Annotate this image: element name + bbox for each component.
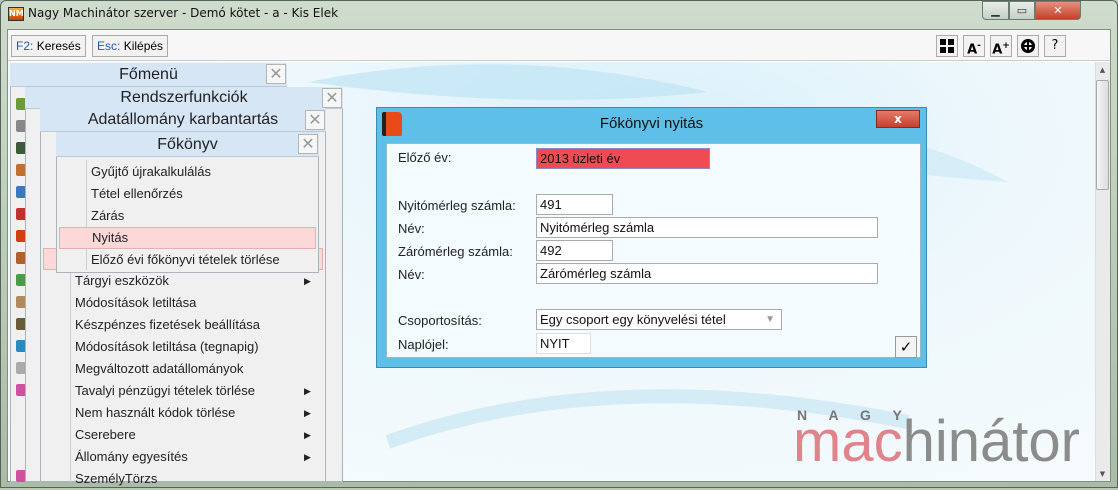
ledger-menu-title: Főkönyv — [56, 132, 319, 157]
exit-label: Kilépés — [123, 39, 164, 53]
menu-item-label: Tavalyi pénzügyi tételek törlése — [75, 383, 255, 398]
menu-item[interactable]: SzemélyTörzs — [75, 468, 315, 490]
close-name-label: Név: — [398, 267, 425, 282]
window-close-button[interactable]: ✕ — [1035, 1, 1081, 20]
menu-item-label: Módosítások letiltása — [75, 295, 197, 310]
journal-label: Naplójel: — [398, 337, 449, 352]
menu-item[interactable]: Készpénzes fizetések beállítása — [75, 314, 315, 336]
menu-item[interactable]: Nem használt kódok törlése ▶ — [75, 402, 315, 424]
menu-separator — [70, 270, 71, 482]
menu-item[interactable]: Cserebere ▶ — [75, 424, 315, 446]
logo-right: hinátor — [902, 409, 1080, 474]
menu-item-label: Előző évi főkönyvi tételek törlése — [91, 252, 280, 267]
prev-year-field[interactable]: 2013 üzleti év — [536, 148, 710, 169]
menu-item[interactable]: Módosítások letiltása — [75, 292, 315, 314]
grouping-select[interactable]: Egy csoport egy könyvelési tétel ▼ — [536, 309, 782, 330]
search-button[interactable]: F2: Keresés — [11, 35, 86, 57]
open-account-label: Nyitómérleg számla: — [398, 198, 516, 213]
menu-item-selected[interactable]: Nyitás — [59, 227, 316, 249]
menu-item[interactable]: Módosítások letiltása (tegnapig) — [75, 336, 315, 358]
lifebuoy-icon[interactable] — [1017, 35, 1039, 57]
open-name-field[interactable]: Nyitómérleg számla — [536, 217, 878, 238]
data-menu-close-icon[interactable]: ✕ — [305, 110, 325, 130]
open-name-label: Név: — [398, 221, 425, 236]
grouping-label: Csoportosítás: — [398, 313, 482, 328]
open-account-field[interactable]: 491 — [536, 194, 613, 215]
system-menu-title: Rendszerfunkciók — [25, 87, 343, 109]
menu-item-label: Zárás — [91, 208, 125, 223]
exit-shortcut: Esc: — [97, 39, 121, 53]
font-decrease-icon[interactable]: A- — [963, 35, 985, 57]
font-increase-icon[interactable]: A+ — [990, 35, 1012, 57]
submenu-arrow-icon: ▶ — [304, 452, 311, 462]
journal-field[interactable]: NYIT — [536, 333, 591, 354]
menu-item[interactable]: Megváltozott adatállományok — [75, 358, 315, 380]
submenu-arrow-icon: ▶ — [304, 430, 311, 440]
menu-item-label: Megváltozott adatállományok — [75, 361, 244, 376]
menu-item[interactable]: Állomány egyesítés ▶ — [75, 446, 315, 468]
menu-item-label: Nyitás — [92, 230, 129, 245]
main-menu-close-icon[interactable]: ✕ — [266, 64, 286, 84]
menu-item-label: Gyűjtő újrakalkulálás — [91, 164, 211, 179]
menu-item-label: Állomány egyesítés — [75, 449, 188, 464]
menu-item-label: Tárgyi eszközök — [75, 273, 169, 288]
menu-item[interactable]: Előző évi főkönyvi tételek törlése — [59, 249, 316, 271]
ledger-menu-list: Gyűjtő újrakalkulálás Tétel ellenőrzés Zár… — [59, 161, 316, 271]
grouping-value: Egy csoport egy könyvelési tétel — [540, 312, 726, 327]
ok-button[interactable]: ✓ — [895, 336, 917, 358]
submenu-arrow-icon: ▶ — [304, 408, 311, 418]
search-shortcut: F2: — [16, 39, 34, 53]
search-label: Keresés — [36, 39, 81, 53]
scroll-up-icon[interactable]: ▲ — [1095, 66, 1110, 74]
menu-item[interactable]: Tárgyi eszközök ▶ — [75, 270, 315, 292]
menu-item[interactable]: Gyűjtő újrakalkulálás — [59, 161, 316, 183]
menu-item[interactable]: Zárás — [59, 205, 316, 227]
data-menu-title: Adatállomány karbantartás — [40, 108, 326, 132]
system-menu-close-icon[interactable]: ✕ — [322, 88, 342, 108]
submenu-arrow-icon: ▶ — [304, 276, 311, 286]
close-account-field[interactable]: 492 — [536, 240, 613, 261]
logo-left: mac — [793, 409, 903, 474]
dialog-title: Főkönyvi nyitás — [599, 115, 704, 132]
menu-item-label: SzemélyTörzs — [75, 471, 158, 486]
window-title: Nagy Machinátor szerver - Demó kötet - a… — [28, 6, 339, 20]
layout-grid-icon[interactable] — [936, 35, 958, 57]
close-account-label: Zárómérleg számla: — [398, 244, 513, 259]
minimize-button[interactable]: ▁ — [982, 1, 1009, 20]
dialog-close-button[interactable]: x — [876, 110, 920, 128]
menu-item-label: Készpénzes fizetések beállítása — [75, 317, 260, 332]
prev-year-label: Előző év: — [398, 150, 452, 165]
logo: machinátor — [793, 412, 1080, 472]
main-menu-title: Főmenü — [10, 63, 287, 87]
app-icon: NM — [8, 7, 24, 21]
ledger-menu-close-icon[interactable]: ✕ — [298, 134, 318, 154]
help-icon[interactable]: ? — [1044, 35, 1066, 57]
menu-item[interactable]: Tétel ellenőrzés — [59, 183, 316, 205]
menu-item-label: Nem használt kódok törlése — [75, 405, 236, 420]
maximize-button[interactable]: ▭ — [1009, 1, 1035, 20]
exit-button[interactable]: Esc: Kilépés — [92, 35, 169, 57]
scroll-down-icon[interactable]: ▼ — [1095, 470, 1110, 478]
submenu-arrow-icon: ▶ — [304, 386, 311, 396]
menu-item-label: Cserebere — [75, 427, 136, 442]
menu-item[interactable]: Tavalyi pénzügyi tételek törlése ▶ — [75, 380, 315, 402]
menu-item-label: Tétel ellenőrzés — [91, 186, 183, 201]
scroll-thumb[interactable] — [1096, 80, 1109, 190]
chevron-down-icon: ▼ — [765, 314, 775, 325]
data-menu-list: Tárgyi eszközök ▶ Módosítások letiltása Kés… — [75, 270, 315, 490]
close-name-field[interactable]: Zárómérleg számla — [536, 263, 878, 284]
menu-item-label: Módosítások letiltása (tegnapig) — [75, 339, 259, 354]
